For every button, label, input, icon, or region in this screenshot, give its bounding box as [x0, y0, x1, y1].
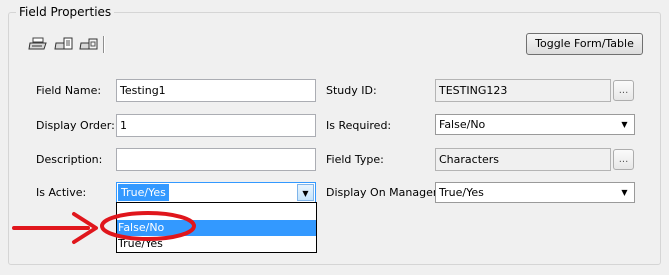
annotation-arrow [12, 212, 98, 244]
annotation-circle [100, 211, 196, 241]
annotation-overlay [12, 211, 196, 244]
